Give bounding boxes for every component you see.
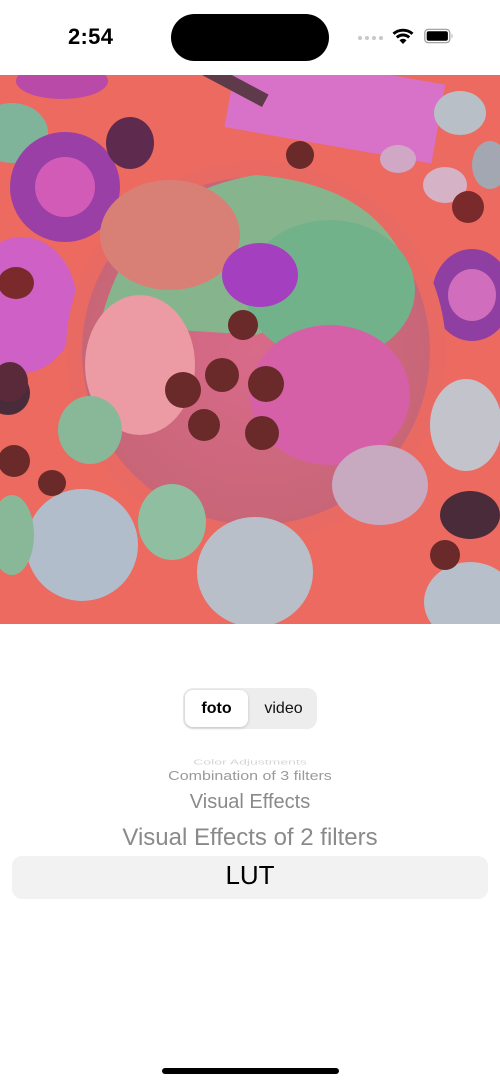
mode-segmented-control[interactable]: foto video <box>183 688 317 729</box>
home-indicator[interactable] <box>162 1068 339 1074</box>
fruit-bowl-image <box>0 75 500 624</box>
segment-foto[interactable]: foto <box>185 690 248 727</box>
picker-item[interactable]: Visual Effects <box>0 791 500 814</box>
picker-item[interactable]: Combination of 3 filters <box>0 770 500 784</box>
cellular-signal-icon <box>358 36 384 42</box>
filter-picker[interactable]: Color Adjustments Combination of 3 filte… <box>0 750 500 930</box>
picker-item-selected[interactable]: LUT <box>0 860 500 891</box>
segment-video[interactable]: video <box>252 690 315 727</box>
filtered-photo <box>0 75 500 624</box>
battery-icon <box>424 28 453 44</box>
dynamic-island <box>171 14 329 61</box>
picker-item[interactable]: Visual Effects of 2 filters <box>0 824 500 852</box>
status-bar: 2:54 <box>0 0 500 75</box>
picker-item[interactable]: Color Adjustments <box>0 758 500 766</box>
status-time: 2:54 <box>68 24 114 49</box>
wifi-icon <box>392 28 414 44</box>
